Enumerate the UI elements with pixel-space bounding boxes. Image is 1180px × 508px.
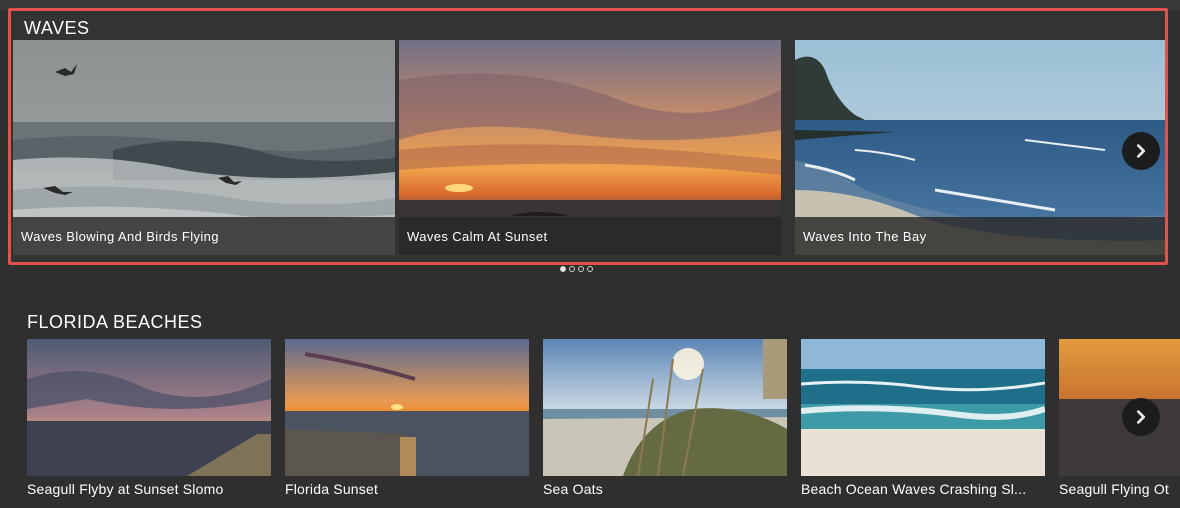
pager-dot[interactable]	[578, 266, 584, 272]
florida-beaches-next-button[interactable]	[1122, 398, 1160, 436]
video-card-title: Beach Ocean Waves Crashing Sl...	[801, 481, 1027, 497]
thumbnail-beach-waves	[801, 339, 1045, 476]
pager-dot[interactable]	[569, 266, 575, 272]
waves-row-title: WAVES	[24, 18, 90, 38]
pager-dot[interactable]	[560, 266, 566, 272]
video-card-title: Seagull Flyby at Sunset Slomo	[27, 481, 224, 497]
florida-beaches-row-title: FLORIDA BEACHES	[27, 312, 203, 332]
waves-carousel: Waves Blowing And Birds Flying Waves Cal…	[13, 40, 1165, 256]
video-card-florida-sunset[interactable]: Florida Sunset	[285, 339, 529, 504]
video-card-seagull-flyby[interactable]: Seagull Flyby at Sunset Slomo	[27, 339, 271, 504]
video-card-title: Sea Oats	[543, 481, 603, 497]
video-card-title: Waves Into The Bay	[795, 217, 1165, 255]
video-card-title: Florida Sunset	[285, 481, 379, 497]
pager-dot[interactable]	[587, 266, 593, 272]
video-card-waves-calm-sunset[interactable]: Waves Calm At Sunset	[399, 40, 781, 255]
video-card-title: Waves Calm At Sunset	[399, 217, 781, 255]
waves-next-button[interactable]	[1122, 132, 1160, 170]
chevron-right-icon	[1136, 410, 1146, 424]
video-card-sea-oats[interactable]: Sea Oats	[543, 339, 787, 504]
video-card-title: Waves Blowing And Birds Flying	[13, 217, 395, 255]
video-card-waves-into-bay[interactable]: Waves Into The Bay	[795, 40, 1165, 255]
florida-beaches-carousel: Seagull Flyby at Sunset Slomo Florida Su…	[0, 339, 1180, 508]
page: WAVES Waves Blowing And Birds Flying Wav…	[0, 0, 1180, 508]
waves-pager	[560, 266, 593, 274]
video-card-seagull-flying[interactable]: Seagull Flying Ot	[1059, 339, 1180, 504]
video-card-beach-ocean-waves[interactable]: Beach Ocean Waves Crashing Sl...	[801, 339, 1045, 504]
waves-row: WAVES Waves Blowing And Birds Flying Wav…	[8, 8, 1168, 265]
thumbnail-florida-sunset	[285, 339, 529, 476]
video-card-title: Seagull Flying Ot	[1059, 481, 1170, 497]
thumbnail-seagull-sunset	[27, 339, 271, 476]
video-card-waves-blowing[interactable]: Waves Blowing And Birds Flying	[13, 40, 395, 255]
thumbnail-seagull-flying	[1059, 339, 1180, 476]
chevron-right-icon	[1136, 144, 1146, 158]
thumbnail-sea-oats	[543, 339, 787, 476]
